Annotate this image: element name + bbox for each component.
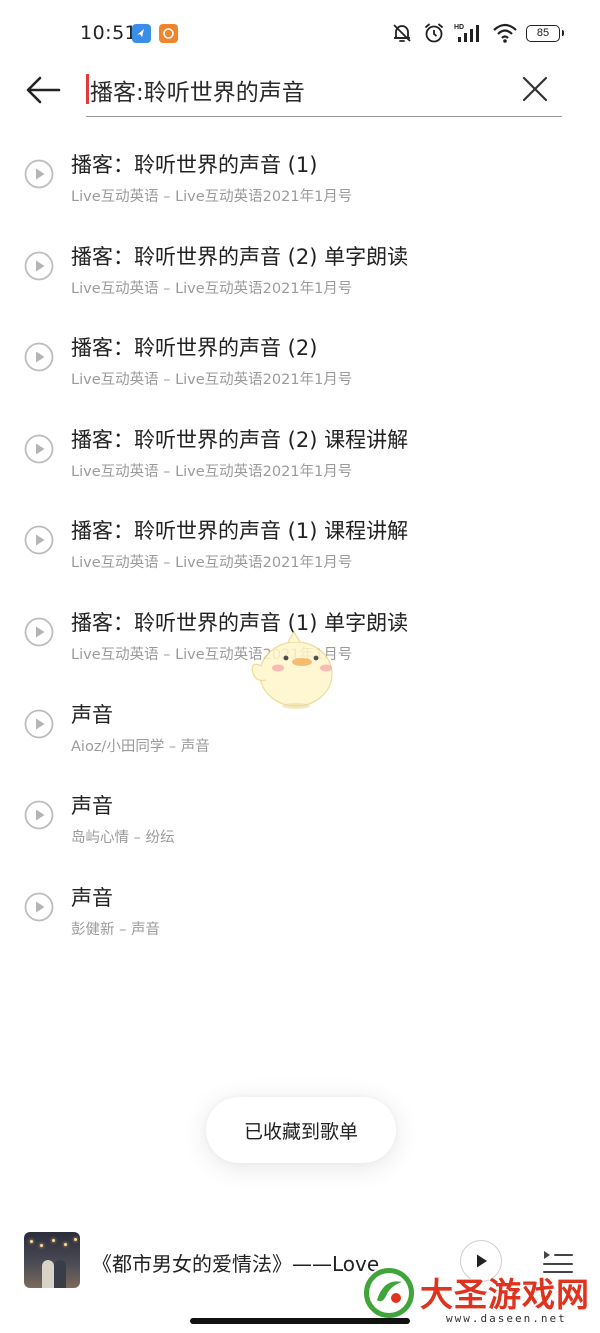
song-title: 播客：聆听世界的声音 (2) 课程讲解 <box>71 427 409 452</box>
song-subtitle: Live互动英语 – Live互动英语2021年1月号 <box>71 372 353 389</box>
notification-app-orange-icon <box>159 24 178 43</box>
back-arrow-icon <box>26 76 61 104</box>
result-item[interactable]: 声音 岛屿心情 – 纷纭 <box>0 770 600 862</box>
song-title: 播客：聆听世界的声音 (1) 单字朗读 <box>71 610 409 635</box>
song-subtitle: Live互动英语 – Live互动英语2021年1月号 <box>71 463 353 480</box>
result-item[interactable]: 声音 彭健新 – 声音 <box>0 862 600 954</box>
text-cursor <box>86 74 89 104</box>
song-subtitle: Live互动英语 – Live互动英语2021年1月号 <box>71 280 353 297</box>
mute-icon <box>393 24 411 42</box>
search-results-list: 播客：聆听世界的声音 (1) Live互动英语 – Live互动英语2021年1… <box>0 129 600 953</box>
play-icon[interactable] <box>24 251 54 281</box>
result-item[interactable]: 播客：聆听世界的声音 (1) Live互动英语 – Live互动英语2021年1… <box>0 129 600 221</box>
song-subtitle: 彭健新 – 声音 <box>71 921 160 938</box>
hd-signal-icon: HD <box>454 24 479 42</box>
svg-text:HD: HD <box>454 24 464 31</box>
play-icon[interactable] <box>24 434 54 464</box>
result-item[interactable]: 播客：聆听世界的声音 (2) 课程讲解 Live互动英语 – Live互动英语2… <box>0 404 600 496</box>
wifi-icon <box>493 23 517 43</box>
play-icon[interactable] <box>24 159 54 189</box>
result-item[interactable]: 播客：聆听世界的声音 (1) 课程讲解 Live互动英语 – Live互动英语2… <box>0 495 600 587</box>
close-icon <box>522 76 548 102</box>
song-title: 播客：聆听世界的声音 (1) <box>71 153 318 177</box>
alarm-icon <box>425 23 443 43</box>
toast-message: 已收藏到歌单 <box>206 1097 396 1163</box>
home-indicator[interactable] <box>190 1318 410 1324</box>
song-title: 播客：聆听世界的声音 (2) 单字朗读 <box>71 244 409 269</box>
chick-mascot-icon <box>251 630 333 709</box>
watermark-logo-icon <box>362 1266 416 1320</box>
watermark-url: www.daseen.net <box>446 1312 567 1325</box>
status-time: 10:51 <box>80 22 138 44</box>
play-icon[interactable] <box>24 800 54 830</box>
song-subtitle: Live互动英语 – Live互动英语2021年1月号 <box>71 189 353 205</box>
status-icons: HD 85 <box>390 20 564 46</box>
song-subtitle: 岛屿心情 – 纷纭 <box>71 830 175 847</box>
back-button[interactable] <box>22 70 64 110</box>
status-bar: 10:51 HD 85 <box>0 0 600 64</box>
song-title: 播客：聆听世界的声音 (1) 课程讲解 <box>71 519 409 544</box>
play-icon[interactable] <box>24 709 54 739</box>
song-title: 声音 <box>71 702 113 727</box>
play-icon[interactable] <box>24 342 54 372</box>
play-icon[interactable] <box>24 617 54 647</box>
album-art[interactable] <box>24 1232 80 1288</box>
toast-text: 已收藏到歌单 <box>243 1120 358 1143</box>
play-icon[interactable] <box>24 525 54 555</box>
song-subtitle: Aioz/小田同学 – 声音 <box>71 738 210 755</box>
song-title: 声音 <box>71 794 113 819</box>
battery-icon: 85 <box>526 24 564 42</box>
play-icon[interactable] <box>24 892 54 922</box>
now-playing-title[interactable]: 《都市男女的爱情法》——Love... <box>92 1248 398 1277</box>
clear-search-button[interactable] <box>518 72 552 106</box>
watermark-title: 大圣游戏网 <box>420 1275 590 1314</box>
search-input[interactable] <box>90 70 500 110</box>
search-box[interactable] <box>86 66 562 117</box>
song-title: 播客：聆听世界的声音 (2) <box>71 336 318 361</box>
song-title: 声音 <box>71 885 113 910</box>
notification-app-blue-icon <box>132 24 151 43</box>
result-item[interactable]: 播客：聆听世界的声音 (2) Live互动英语 – Live互动英语2021年1… <box>0 312 600 404</box>
song-subtitle: Live互动英语 – Live互动英语2021年1月号 <box>71 555 353 572</box>
result-item[interactable]: 播客：聆听世界的声音 (2) 单字朗读 Live互动英语 – Live互动英语2… <box>0 221 600 313</box>
